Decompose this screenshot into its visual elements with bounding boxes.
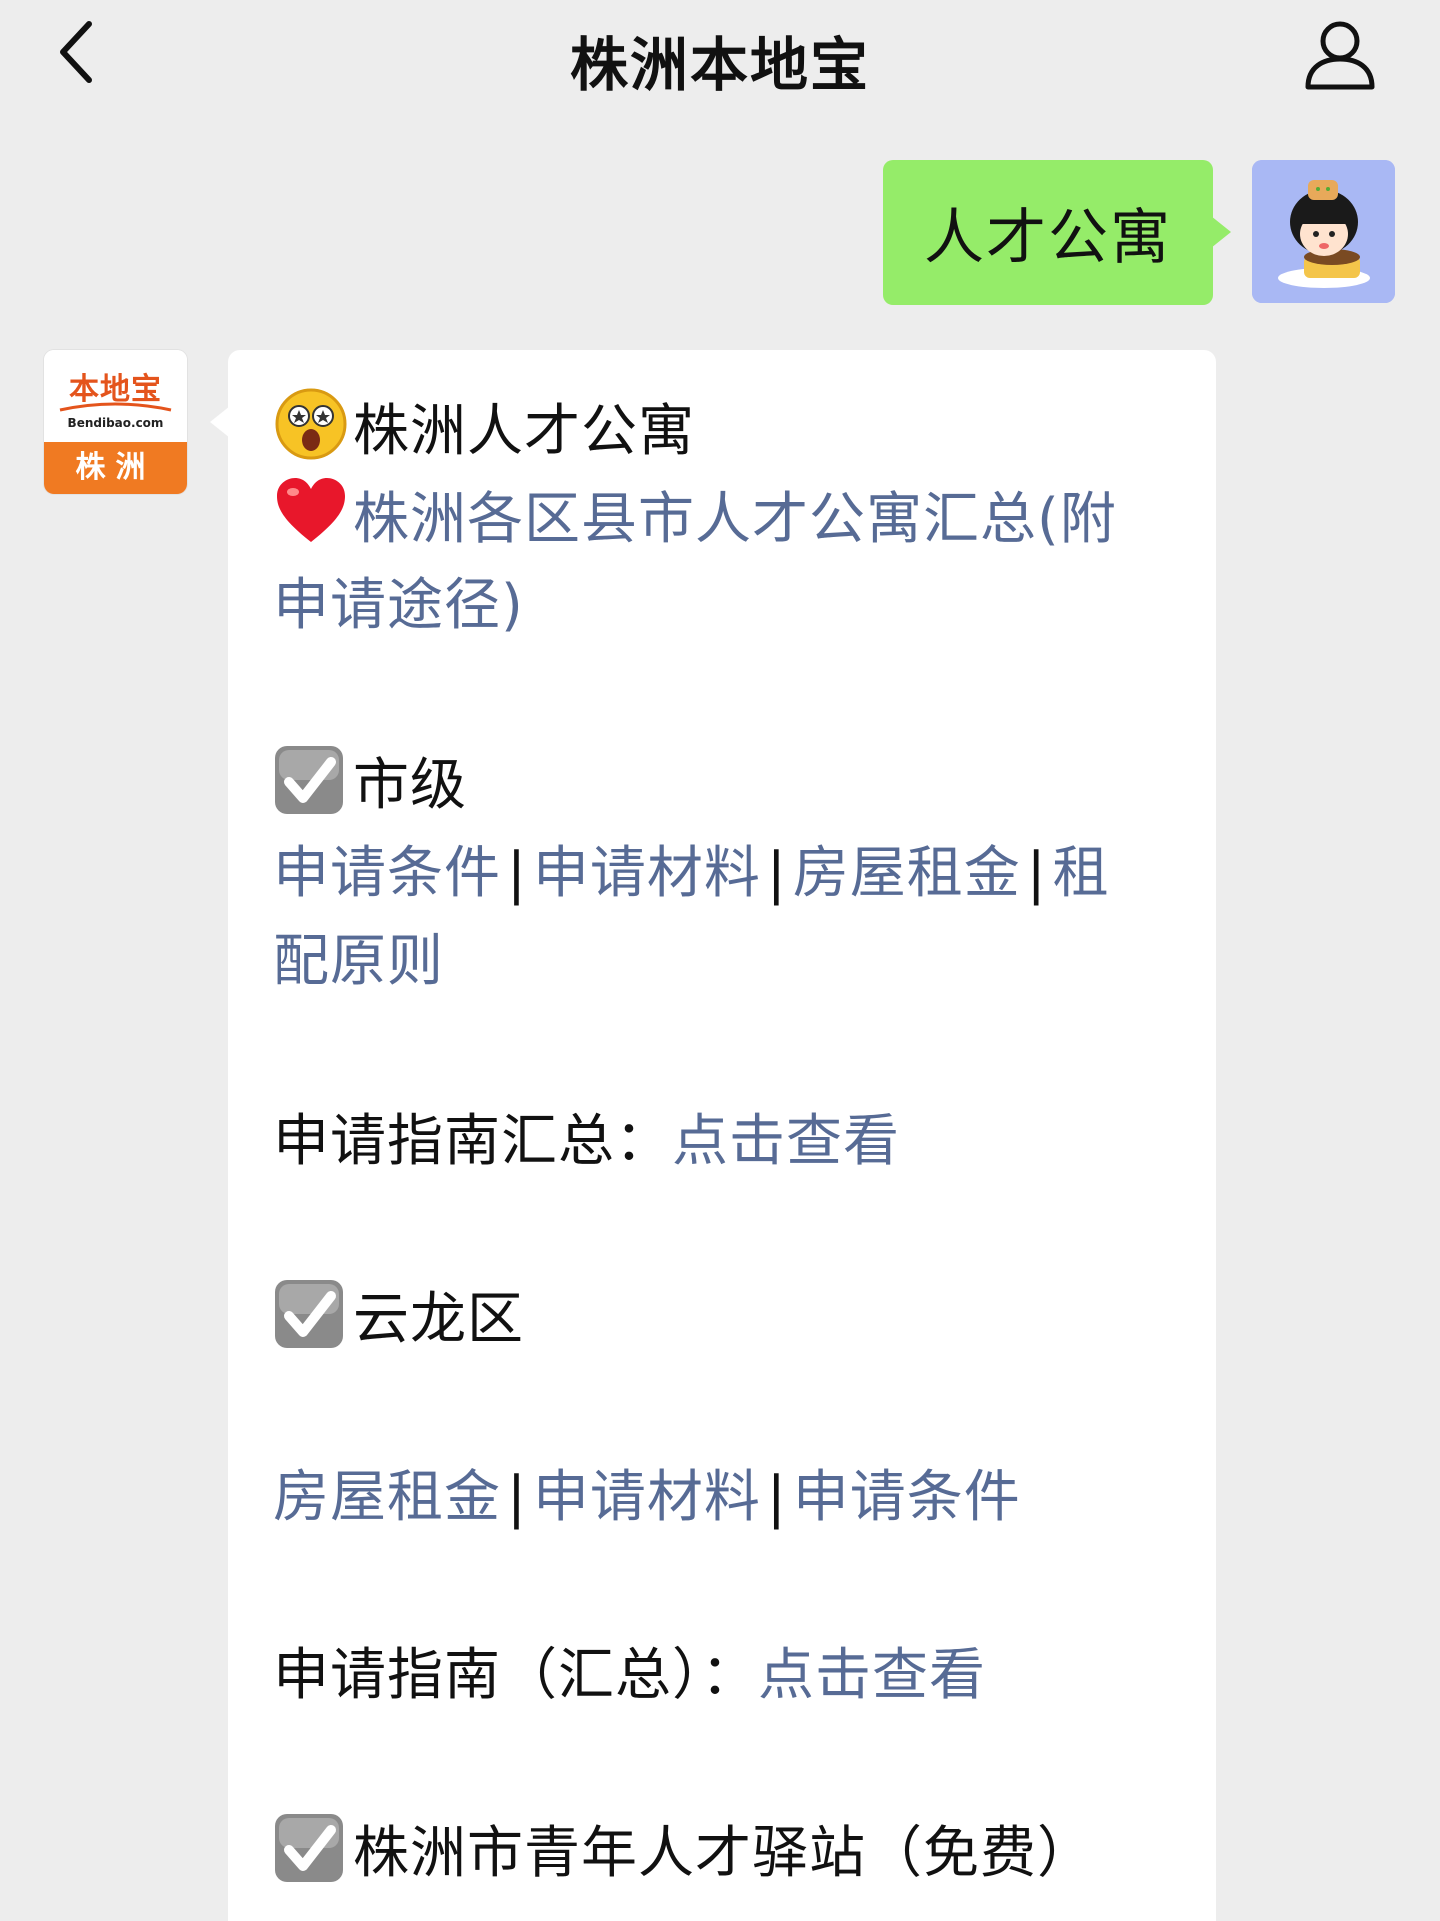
page-title: 株洲本地宝 — [569, 31, 870, 99]
city-link-allocation-continued[interactable]: 配原则 — [273, 929, 444, 994]
incoming-message-bubble: 株洲人才公寓 株洲各区县市人才公寓汇总(附 申请途径) 市级 申请条件 | 申请材料… — [210, 350, 1216, 1921]
user-icon — [1305, 21, 1375, 90]
nav-bar: 株洲本地宝 — [0, 0, 1440, 110]
city-link-materials[interactable]: 申请材料 — [533, 841, 761, 906]
summary-link-continued[interactable]: 申请途径) — [273, 573, 524, 638]
yunlong-link-conditions[interactable]: 申请条件 — [793, 1465, 1021, 1530]
city-links-line: 申请条件 | 申请材料 | 房屋租金 | 租 — [273, 830, 1110, 918]
city-guide-label: 申请指南汇总： — [273, 1109, 672, 1174]
city-heading-line: 市级 — [273, 742, 467, 830]
yunlong-guide-label: 申请指南（汇总）： — [273, 1643, 758, 1708]
check-box-icon — [275, 1280, 343, 1348]
outgoing-message-text: 人才公寓 — [924, 203, 1172, 273]
summary-link[interactable]: 株洲各区县市人才公寓汇总(附 — [353, 487, 1117, 552]
bot-avatar[interactable]: 本地宝 Bendibao.com 株洲 — [44, 350, 187, 494]
separator: | — [1026, 841, 1047, 906]
message-title: 株洲人才公寓 — [353, 399, 695, 464]
star-struck-emoji-icon — [275, 388, 347, 460]
outgoing-message-bubble[interactable]: 人才公寓 — [883, 160, 1231, 305]
separator: | — [507, 1465, 527, 1530]
city-guide-link[interactable]: 点击查看 — [672, 1109, 900, 1174]
youth-heading-line: 株洲市青年人才驿站（免费） — [273, 1810, 1094, 1898]
user-avatar[interactable] — [1252, 160, 1395, 303]
separator: | — [766, 841, 787, 906]
city-link-rent[interactable]: 房屋租金 — [793, 841, 1021, 906]
city-link-conditions[interactable]: 申请条件 — [273, 841, 501, 906]
city-links-line-2: 配原则 — [273, 918, 444, 1006]
yunlong-links-line: 房屋租金 | 申请材料 | 申请条件 — [273, 1454, 1021, 1542]
yunlong-heading-line: 云龙区 — [273, 1276, 524, 1364]
youth-heading: 株洲市青年人才驿站（免费） — [353, 1821, 1094, 1886]
profile-button[interactable] — [1300, 14, 1380, 94]
summary-link-line-2: 申请途径) — [273, 562, 524, 650]
yunlong-guide-link[interactable]: 点击查看 — [758, 1643, 986, 1708]
separator: | — [766, 1465, 787, 1530]
city-guide-line: 申请指南汇总：点击查看 — [273, 1098, 900, 1186]
red-heart-icon — [277, 478, 345, 542]
yunlong-link-materials[interactable]: 申请材料 — [533, 1465, 761, 1530]
message-title-line: 株洲人才公寓 — [273, 386, 695, 476]
city-heading: 市级 — [353, 753, 467, 818]
city-link-allocation[interactable]: 租 — [1053, 841, 1110, 906]
yunlong-link-rent[interactable]: 房屋租金 — [273, 1465, 501, 1530]
yunlong-guide-line: 申请指南（汇总）：点击查看 — [273, 1632, 986, 1720]
logo-swoosh-icon — [59, 402, 172, 412]
logo-top: 本地宝 Bendibao.com — [44, 350, 187, 442]
summary-link-line-1: 株洲各区县市人才公寓汇总(附 — [273, 474, 1117, 564]
logo-domain-text: Bendibao.com — [67, 416, 164, 430]
check-box-icon — [275, 746, 343, 814]
check-box-icon — [275, 1814, 343, 1882]
logo-city-text: 株洲 — [44, 442, 187, 494]
yunlong-heading: 云龙区 — [353, 1287, 524, 1352]
cartoon-girl-avatar-icon — [1252, 160, 1395, 303]
separator: | — [507, 841, 527, 906]
